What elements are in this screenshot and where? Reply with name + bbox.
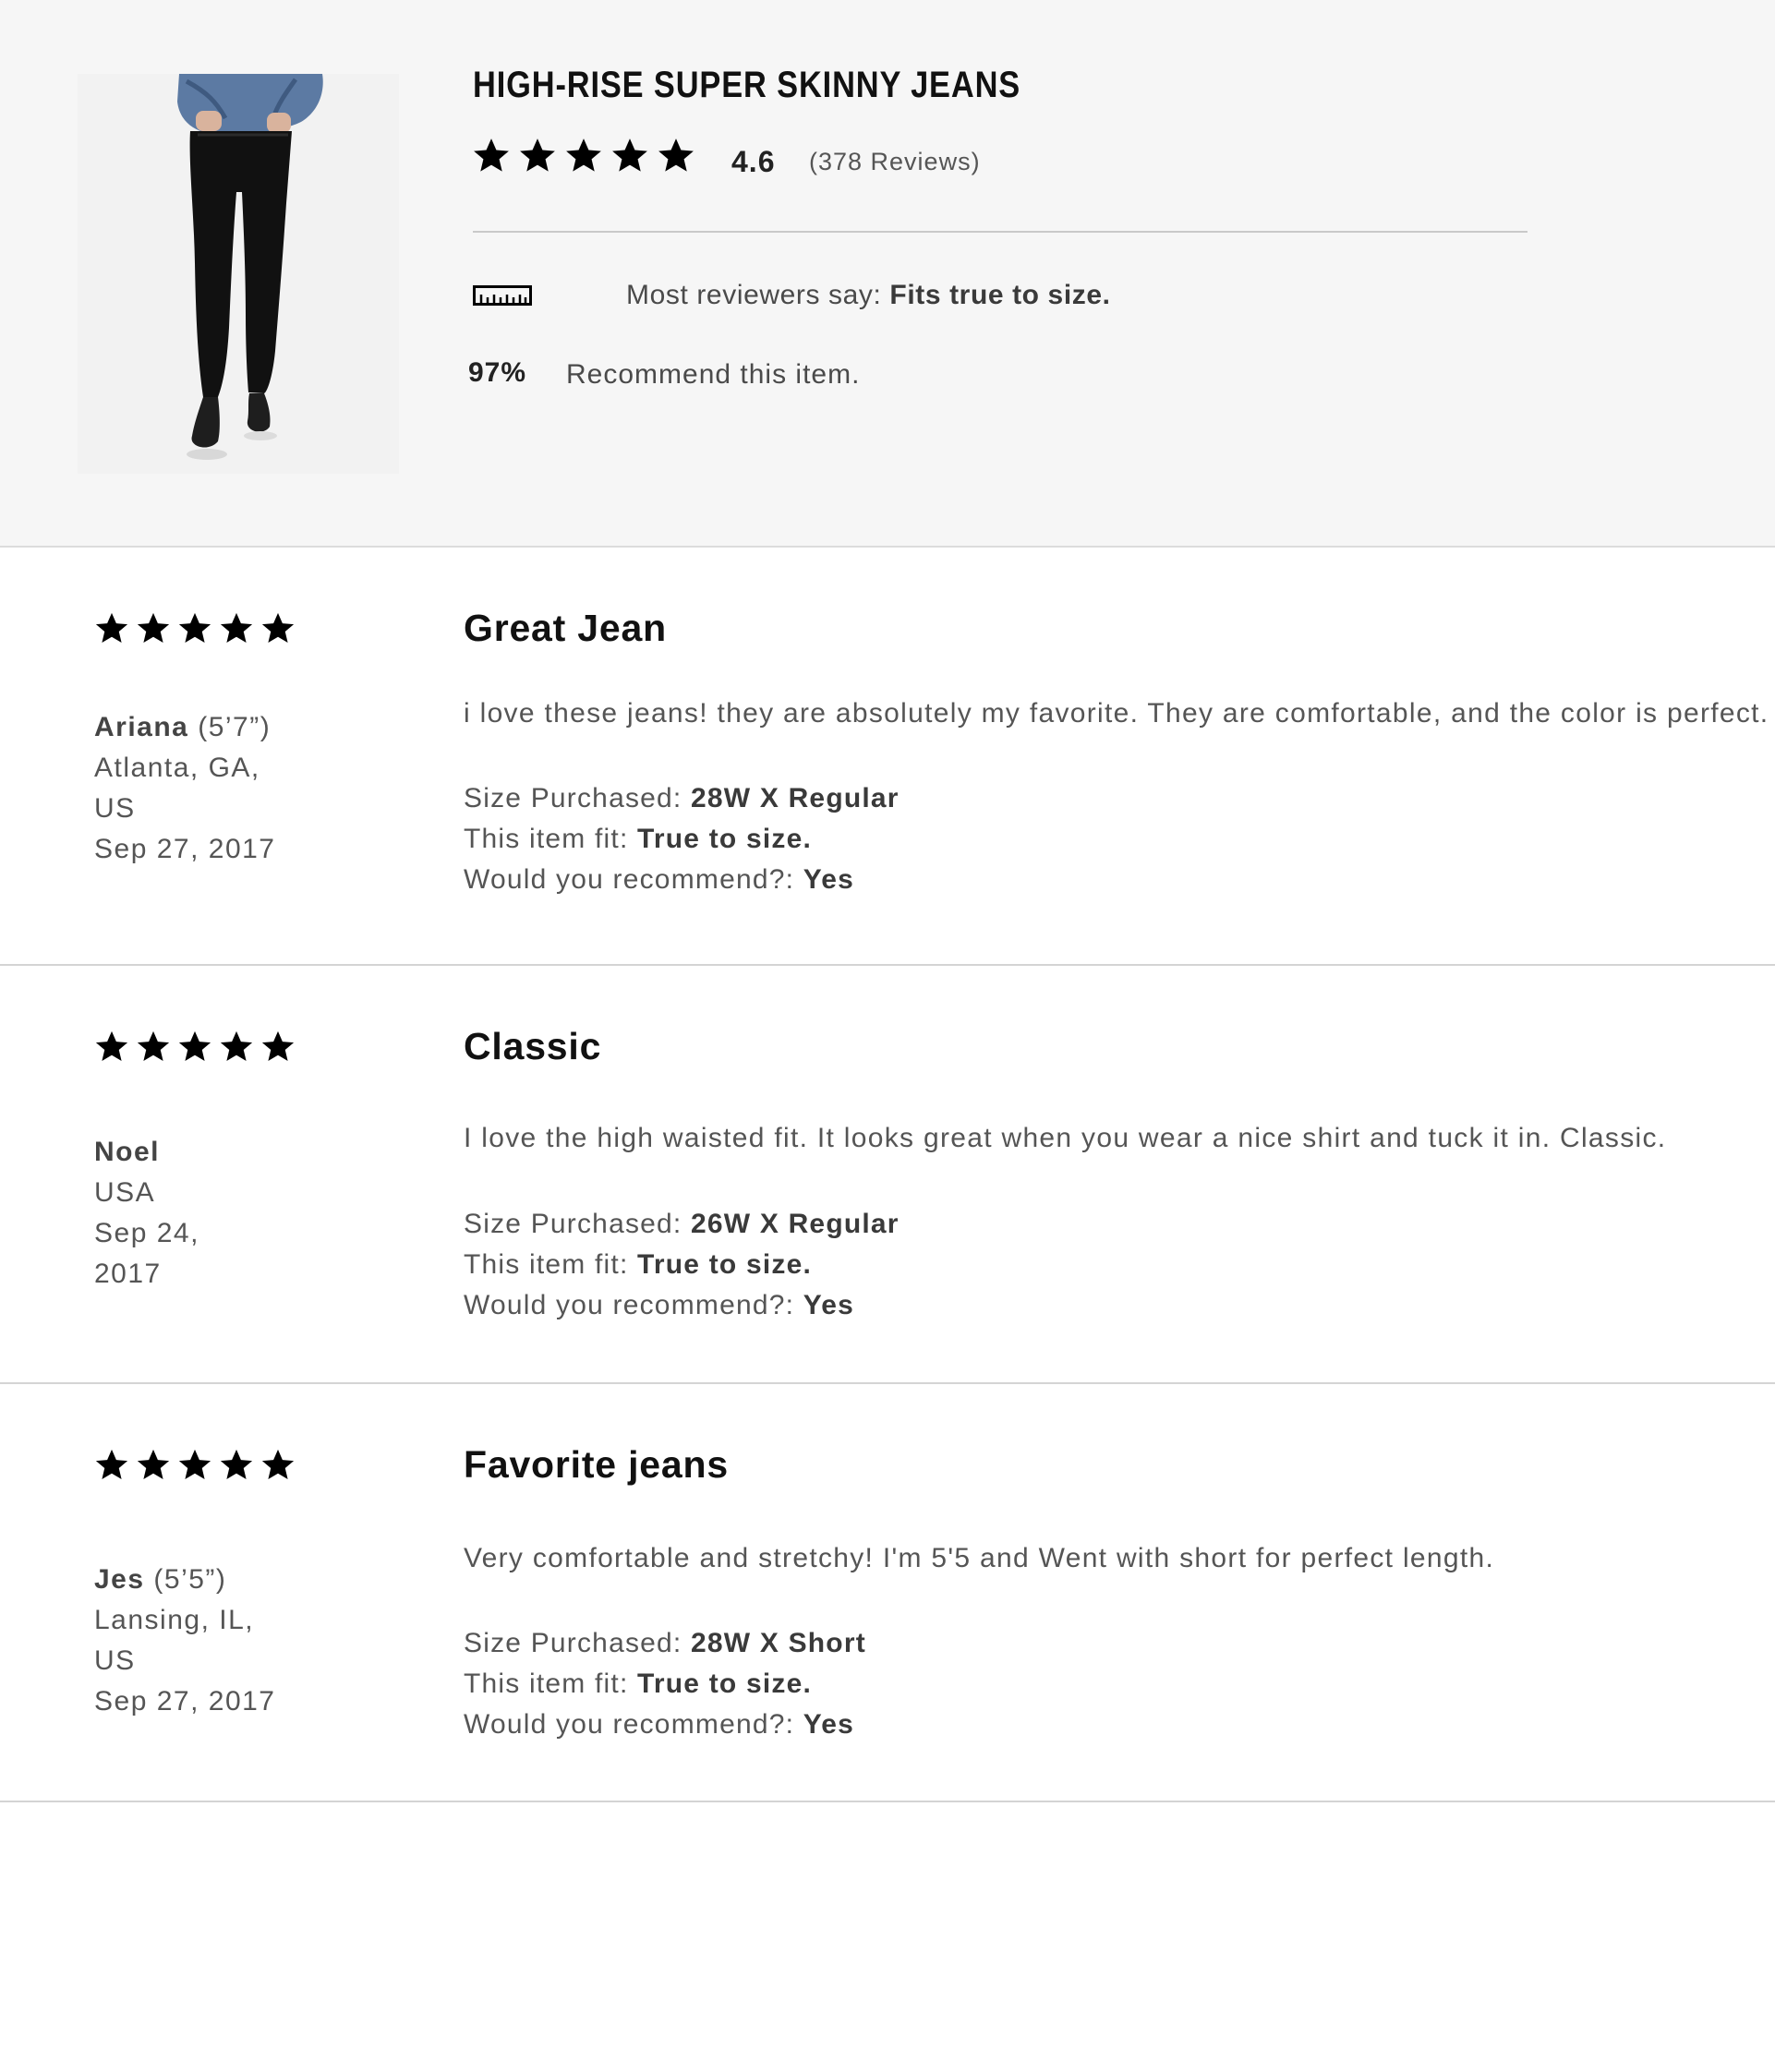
would-recommend-label: Would you recommend?: xyxy=(464,864,803,895)
star-icon xyxy=(219,1030,254,1065)
item-fit: This item fit: True to size. xyxy=(464,1245,900,1285)
review-details: Size Purchased: 28W X Short This item fi… xyxy=(464,1623,866,1745)
star-icon xyxy=(219,611,254,646)
recommend-percent: 97% xyxy=(468,357,527,388)
star-icon xyxy=(610,137,649,175)
item-fit-value: True to size. xyxy=(637,1249,813,1280)
star-icon xyxy=(518,137,557,175)
star-icon xyxy=(260,1448,296,1483)
would-recommend-label: Would you recommend?: xyxy=(464,1709,803,1740)
reviewer-info: Ariana (5’7”) Atlanta, GA, US Sep 27, 20… xyxy=(94,707,334,870)
would-recommend-label: Would you recommend?: xyxy=(464,1290,803,1320)
item-fit-value: True to size. xyxy=(637,1668,813,1699)
review-title: Great Jean xyxy=(464,607,667,649)
size-purchased: Size Purchased: 28W X Short xyxy=(464,1623,866,1664)
size-purchased: Size Purchased: 26W X Regular xyxy=(464,1204,900,1245)
reviewer-name-line: Ariana (5’7”) xyxy=(94,707,334,748)
review-date: Sep 27, 2017 xyxy=(94,834,276,864)
star-icon xyxy=(136,611,171,646)
size-purchased-value: 26W X Regular xyxy=(691,1209,900,1239)
would-recommend: Would you recommend?: Yes xyxy=(464,860,900,900)
reviewer-name-line: Jes (5’5”) xyxy=(94,1560,334,1600)
item-fit-label: This item fit: xyxy=(464,1668,638,1699)
star-icon xyxy=(136,1448,171,1483)
would-recommend-value: Yes xyxy=(803,1709,855,1740)
size-purchased-value: 28W X Short xyxy=(691,1628,866,1658)
star-icon xyxy=(472,137,511,175)
review-rating-stars xyxy=(94,611,296,646)
reviewer-info: Noel USA Sep 24, 2017 xyxy=(94,1132,334,1295)
item-fit: This item fit: True to size. xyxy=(464,1664,866,1705)
size-purchased-value: 28W X Regular xyxy=(691,783,900,813)
would-recommend: Would you recommend?: Yes xyxy=(464,1285,900,1326)
review-date: Sep 24, xyxy=(94,1218,199,1248)
review-details: Size Purchased: 26W X Regular This item … xyxy=(464,1204,900,1326)
reviewer-name: Ariana xyxy=(94,712,189,742)
fit-summary: Most reviewers say: Fits true to size. xyxy=(473,280,1111,311)
item-fit-value: True to size. xyxy=(637,824,813,854)
reviewer-location: US xyxy=(94,793,136,824)
review-body: Very comfortable and stretchy! I'm 5'5 a… xyxy=(464,1543,1495,1573)
review-card: Jes (5’5”) Lansing, IL, US Sep 27, 2017 … xyxy=(0,1384,1775,1802)
review-card: Noel USA Sep 24, 2017 Classic I love the… xyxy=(0,966,1775,1384)
star-icon xyxy=(94,1448,129,1483)
review-title: Classic xyxy=(464,1025,602,1067)
would-recommend-value: Yes xyxy=(803,1290,855,1320)
would-recommend-value: Yes xyxy=(803,864,855,895)
jeans-model-illustration xyxy=(78,74,399,474)
reviewer-location: US xyxy=(94,1645,136,1676)
review-body: I love the high waisted fit. It looks gr… xyxy=(464,1123,1667,1153)
star-icon xyxy=(177,611,212,646)
review-date: Sep 27, 2017 xyxy=(94,1686,276,1717)
size-purchased-label: Size Purchased: xyxy=(464,1209,691,1239)
star-icon xyxy=(177,1030,212,1065)
reviewer-location: Lansing, IL, xyxy=(94,1605,255,1635)
size-purchased-label: Size Purchased: xyxy=(464,1628,691,1658)
reviewer-name: Noel xyxy=(94,1137,161,1167)
reviewer-name-line: Noel xyxy=(94,1132,334,1173)
product-title: HIGH-RISE SUPER SKINNY JEANS xyxy=(473,65,1021,105)
fit-summary-value: Fits true to size. xyxy=(889,280,1111,310)
product-image xyxy=(78,74,399,474)
reviewer-height: (5’5”) xyxy=(144,1564,227,1595)
review-date: 2017 xyxy=(94,1259,162,1289)
average-rating-stars xyxy=(472,137,695,175)
would-recommend: Would you recommend?: Yes xyxy=(464,1705,866,1745)
reviewer-info: Jes (5’5”) Lansing, IL, US Sep 27, 2017 xyxy=(94,1560,334,1722)
reviewer-height: (5’7”) xyxy=(188,712,272,742)
star-icon xyxy=(260,611,296,646)
ruler-icon xyxy=(473,285,532,306)
star-icon xyxy=(260,1030,296,1065)
item-fit-label: This item fit: xyxy=(464,824,638,854)
fit-summary-prefix: Most reviewers say: xyxy=(626,280,890,310)
star-icon xyxy=(564,137,603,175)
review-count: (378 Reviews) xyxy=(809,148,981,175)
item-fit: This item fit: True to size. xyxy=(464,819,900,860)
average-rating-value: 4.6 xyxy=(731,145,776,178)
review-card: Ariana (5’7”) Atlanta, GA, US Sep 27, 20… xyxy=(0,548,1775,966)
star-icon xyxy=(219,1448,254,1483)
review-rating-stars xyxy=(94,1030,296,1065)
item-fit-label: This item fit: xyxy=(464,1249,638,1280)
size-purchased-label: Size Purchased: xyxy=(464,783,691,813)
reviewer-location: Atlanta, GA, xyxy=(94,753,260,783)
star-icon xyxy=(136,1030,171,1065)
review-details: Size Purchased: 28W X Regular This item … xyxy=(464,778,900,900)
review-rating-stars xyxy=(94,1448,296,1483)
review-body: i love these jeans! they are absolutely … xyxy=(464,698,1769,729)
summary-divider xyxy=(473,231,1527,233)
reviewer-location: USA xyxy=(94,1177,156,1208)
star-icon xyxy=(177,1448,212,1483)
fit-summary-text: Most reviewers say: Fits true to size. xyxy=(626,280,1111,311)
review-title: Favorite jeans xyxy=(464,1443,729,1486)
review-summary-panel: HIGH-RISE SUPER SKINNY JEANS 4.6 (378 Re… xyxy=(0,0,1775,548)
star-icon xyxy=(94,611,129,646)
star-icon xyxy=(657,137,695,175)
size-purchased: Size Purchased: 28W X Regular xyxy=(464,778,900,819)
recommend-text: Recommend this item. xyxy=(566,359,861,390)
reviewer-name: Jes xyxy=(94,1564,145,1595)
star-icon xyxy=(94,1030,129,1065)
